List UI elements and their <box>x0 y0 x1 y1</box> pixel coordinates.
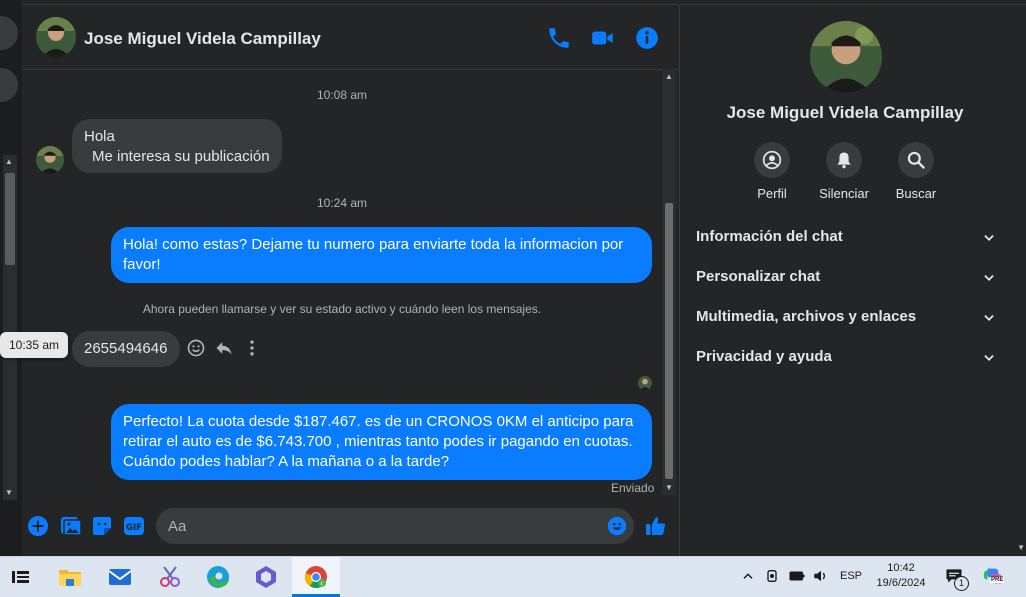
file-explorer-icon[interactable] <box>56 563 84 591</box>
gif-icon[interactable]: GIF <box>122 514 146 538</box>
search-button[interactable]: Buscar <box>876 142 956 201</box>
task-view-icon[interactable] <box>6 563 34 591</box>
chrome-browser-icon: c <box>304 566 327 588</box>
incoming-message-bubble[interactable]: 2655494646 <box>72 331 180 367</box>
profile-button[interactable]: Perfil <box>732 142 812 201</box>
reply-icon[interactable] <box>214 338 234 358</box>
section-label: Personalizar chat <box>696 268 821 285</box>
clock-date: 19/6/2024 <box>876 577 926 589</box>
system-notice: Ahora pueden llamarse y ver su estado ac… <box>142 302 542 316</box>
outgoing-message-bubble[interactable]: Hola! como estas? Dejame tu numero para … <box>111 227 652 283</box>
chat-header: Jose Miguel Videla Campillay <box>22 4 678 70</box>
message-text: Me interesa su publicación <box>92 148 270 165</box>
edge-browser-icon[interactable] <box>204 563 232 591</box>
thumbs-up-icon[interactable] <box>644 514 668 538</box>
plus-icon[interactable] <box>26 514 50 538</box>
scroll-down-icon[interactable]: ▼ <box>5 488 13 497</box>
contact-profile-name: Jose Miguel Videla Campillay <box>726 103 964 122</box>
message-input[interactable]: Aa <box>156 508 634 544</box>
speaker-volume-icon[interactable] <box>812 568 830 584</box>
outgoing-message-bubble[interactable]: Perfecto! La cuota desde $187.467. es de… <box>111 404 652 480</box>
scrollbar-thumb[interactable] <box>5 173 15 265</box>
chevron-up-icon[interactable] <box>741 569 755 583</box>
contact-avatar-small[interactable] <box>36 146 64 174</box>
message-timestamp: 10:24 am <box>316 196 368 210</box>
message-thread-scrollbar[interactable]: ▲ ▼ <box>662 69 676 495</box>
onedrive-meeting-icon[interactable] <box>764 568 780 584</box>
mute-label: Silenciar <box>819 186 869 201</box>
sticker-icon[interactable] <box>90 514 114 538</box>
system-clock[interactable]: 10:42 19/6/2024 <box>872 561 930 591</box>
react-emoji-icon[interactable] <box>186 338 206 358</box>
chevron-down-icon <box>984 235 994 241</box>
emoji-icon[interactable] <box>606 515 628 537</box>
profile-label: Perfil <box>757 186 787 201</box>
copilot-badge: PRE <box>990 577 1005 583</box>
section-privacy-help[interactable]: Privacidad y ayuda <box>696 345 996 369</box>
message-text: retirar el auto es de $6.743.700 , mient… <box>123 433 633 450</box>
message-text: Hola! como estas? Dejame tu numero para … <box>123 236 624 273</box>
copilot-app-icon[interactable] <box>252 563 280 591</box>
message-input-placeholder: Aa <box>168 518 187 535</box>
panel-scroll-down-icon[interactable]: ▼ <box>1017 543 1025 552</box>
contact-profile-avatar[interactable] <box>810 21 882 93</box>
message-composer: GIF Aa <box>22 500 678 556</box>
message-status: Enviado <box>611 481 655 495</box>
section-customize-chat[interactable]: Personalizar chat <box>696 265 996 289</box>
copilot-button[interactable]: PRE <box>982 565 1006 589</box>
mute-button[interactable]: Silenciar <box>804 142 884 201</box>
conversation-avatar-edge[interactable] <box>0 16 18 50</box>
contact-avatar[interactable] <box>36 17 76 57</box>
search-label: Buscar <box>895 186 937 201</box>
svg-text:GIF: GIF <box>126 523 142 533</box>
windows-taskbar: c ESP 10:42 19/6/2024 1 PRE <box>0 556 1026 597</box>
section-label: Información del chat <box>696 228 843 245</box>
phone-call-icon[interactable] <box>546 25 572 51</box>
message-text: 2655494646 <box>84 340 168 357</box>
mail-icon[interactable] <box>106 563 134 591</box>
message-time-tooltip: 10:35 am <box>0 332 69 358</box>
copilot-icon <box>983 568 1003 584</box>
conversation-list-edge: ▲ ▼ <box>0 0 22 556</box>
section-chat-info[interactable]: Información del chat <box>696 225 996 249</box>
profile-icon <box>762 150 782 170</box>
info-icon[interactable] <box>634 25 660 51</box>
message-text: Perfecto! La cuota desde $187.467. es de… <box>123 413 634 430</box>
message-timestamp: 10:08 am <box>316 88 368 102</box>
conversation-avatar-edge[interactable] <box>0 68 18 102</box>
section-label: Privacidad y ayuda <box>696 348 832 365</box>
chat-details-panel: Jose Miguel Videla Campillay Perfil Sile… <box>679 4 1026 557</box>
chevron-down-icon <box>984 315 994 321</box>
scroll-up-icon[interactable]: ▲ <box>5 157 13 166</box>
battery-icon[interactable] <box>788 568 806 584</box>
search-icon <box>907 151 925 169</box>
notification-center[interactable]: 1 <box>944 566 969 591</box>
chevron-down-icon <box>984 355 994 361</box>
notification-count-badge: 1 <box>954 576 969 591</box>
svg-text:c: c <box>320 581 323 588</box>
message-text: Cuándo podes hablar? A la mañana o a la … <box>123 453 450 470</box>
section-media-files-links[interactable]: Multimedia, archivos y enlaces <box>696 305 996 329</box>
message-text: Hola <box>84 128 115 145</box>
input-language[interactable]: ESP <box>840 570 862 582</box>
incoming-message-bubble[interactable]: Hola Me interesa su publicación <box>72 119 282 173</box>
message-thread: 10:08 am Hola Me interesa su publicación… <box>0 69 662 499</box>
bell-icon <box>837 152 851 169</box>
active-app-highlight[interactable]: c <box>292 557 340 597</box>
section-label: Multimedia, archivos y enlaces <box>696 308 917 325</box>
contact-name[interactable]: Jose Miguel Videla Campillay <box>84 29 321 49</box>
chevron-down-icon <box>984 275 994 281</box>
video-call-icon[interactable] <box>590 25 616 51</box>
scroll-up-icon[interactable]: ▲ <box>665 72 673 81</box>
snipping-tool-icon[interactable] <box>156 563 184 591</box>
photo-gallery-icon[interactable] <box>58 514 82 538</box>
scroll-down-icon[interactable]: ▼ <box>665 483 673 492</box>
clock-time: 10:42 <box>887 562 915 574</box>
scrollbar-thumb[interactable] <box>665 203 673 479</box>
more-options-icon[interactable] <box>242 338 262 358</box>
conversation-list-scrollbar[interactable]: ▲ ▼ <box>3 155 17 500</box>
seen-receipt-avatar <box>638 376 652 390</box>
